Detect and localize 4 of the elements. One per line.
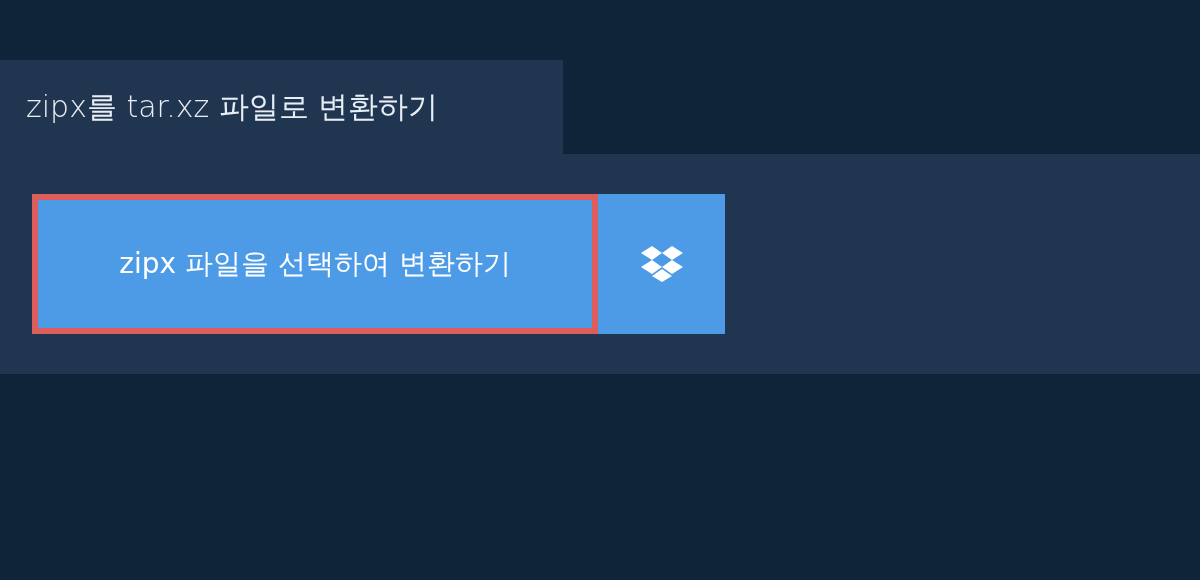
dropbox-button[interactable]	[598, 194, 725, 334]
choose-file-button[interactable]: zipx 파일을 선택하여 변환하기	[32, 194, 598, 334]
page-title: zipx를 tar.xz 파일로 변환하기	[0, 60, 563, 154]
dropbox-icon	[640, 246, 683, 282]
